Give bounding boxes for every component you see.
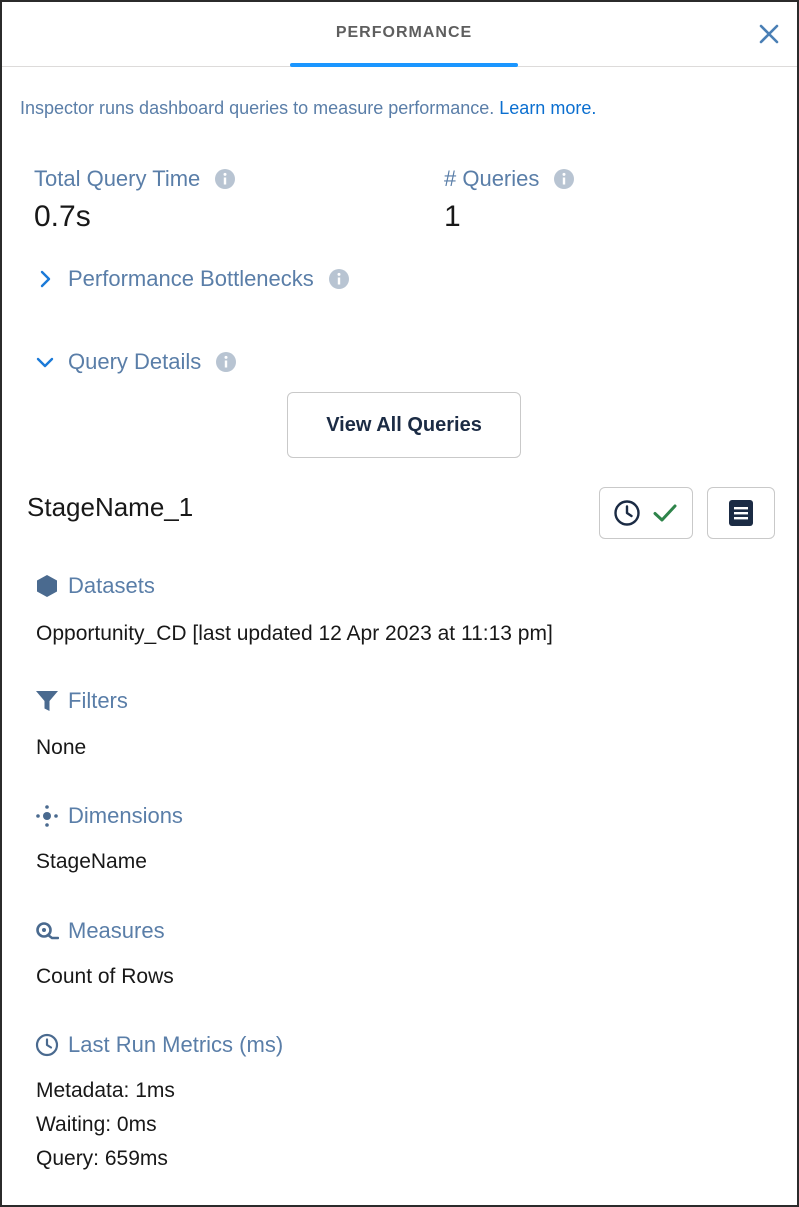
stat-total-query-time: Total Query Time 0.7s	[34, 166, 236, 234]
last-run-metrics-heading: Last Run Metrics (ms)	[34, 1032, 283, 1058]
measures-value: Count of Rows	[36, 965, 174, 988]
total-query-time-value: 0.7s	[34, 200, 91, 233]
query-status-button[interactable]	[599, 487, 693, 539]
clock-icon	[614, 500, 640, 526]
view-all-queries-button[interactable]: View All Queries	[287, 392, 521, 458]
info-icon[interactable]	[214, 168, 236, 190]
metric-metadata: Metadata: 1ms	[36, 1079, 175, 1102]
tab-performance[interactable]: PERFORMANCE	[290, 2, 518, 67]
measures-icon	[34, 918, 60, 944]
last-run-metrics-label: Last Run Metrics (ms)	[68, 1032, 284, 1057]
filters-label: Filters	[68, 688, 128, 713]
section-performance-bottlenecks[interactable]: Performance Bottlenecks	[34, 266, 350, 292]
query-text-button[interactable]	[707, 487, 775, 539]
info-icon[interactable]	[553, 168, 575, 190]
datasets-value: Opportunity_CD [last updated 12 Apr 2023…	[36, 622, 553, 645]
datasets-label: Datasets	[68, 573, 155, 598]
clock-icon	[34, 1032, 60, 1058]
filters-heading: Filters	[34, 688, 128, 714]
tab-active-indicator	[290, 63, 518, 67]
total-query-time-label: Total Query Time	[34, 166, 201, 191]
dimensions-label: Dimensions	[68, 803, 183, 828]
query-name: StageName_1	[27, 492, 194, 522]
datasets-heading: Datasets	[34, 573, 155, 599]
info-icon[interactable]	[215, 351, 237, 373]
close-icon	[759, 24, 779, 44]
check-icon	[653, 504, 677, 522]
filters-value: None	[36, 736, 87, 759]
close-button[interactable]	[755, 20, 783, 48]
measures-heading: Measures	[34, 918, 165, 944]
query-count-value: 1	[444, 200, 461, 233]
panel-header: PERFORMANCE	[2, 2, 797, 67]
dimensions-heading: Dimensions	[34, 803, 183, 829]
query-details-label: Query Details	[68, 349, 202, 374]
metric-waiting: Waiting: 0ms	[36, 1113, 157, 1136]
document-icon	[729, 500, 753, 526]
section-query-details[interactable]: Query Details	[34, 349, 237, 375]
measures-label: Measures	[68, 918, 165, 943]
dataset-icon	[34, 573, 60, 599]
tab-performance-label: PERFORMANCE	[335, 24, 473, 41]
dimensions-value: StageName	[36, 850, 147, 873]
chevron-right-icon	[34, 268, 56, 290]
filter-icon	[34, 688, 60, 714]
learn-more-link[interactable]: Learn more.	[499, 98, 596, 118]
performance-bottlenecks-label: Performance Bottlenecks	[68, 266, 314, 291]
info-icon[interactable]	[328, 268, 350, 290]
intro-text: Inspector runs dashboard queries to meas…	[20, 98, 596, 119]
stat-query-count: # Queries 1	[444, 166, 575, 234]
query-count-label: # Queries	[444, 166, 540, 191]
dimensions-icon	[34, 803, 60, 829]
chevron-down-icon	[34, 351, 56, 373]
metric-query: Query: 659ms	[36, 1147, 168, 1170]
performance-panel: PERFORMANCE Inspector runs dashboard que…	[0, 0, 799, 1207]
intro-description: Inspector runs dashboard queries to meas…	[20, 98, 495, 118]
